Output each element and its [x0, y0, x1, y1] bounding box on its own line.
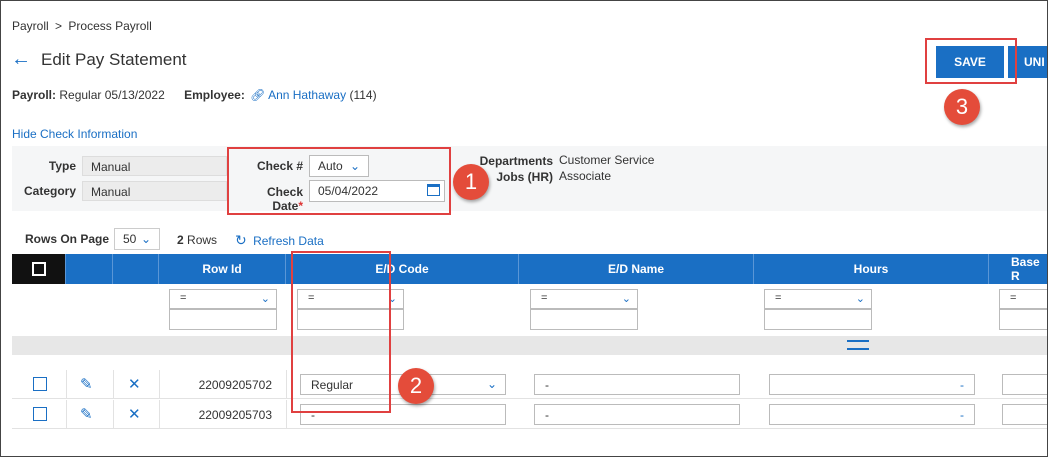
- hours-cell[interactable]: -: [769, 404, 975, 425]
- jobs-value: Associate: [559, 169, 612, 183]
- hours-cell[interactable]: -: [769, 374, 975, 395]
- row-id-cell: 22009205702: [198, 378, 272, 392]
- table-row: ✎ ✕ 22009205703 - - -: [12, 400, 1047, 429]
- employee-label: Employee:: [184, 88, 245, 102]
- type-field: Manual: [82, 156, 227, 176]
- chevron-down-icon: ⌄: [260, 293, 270, 305]
- rows-on-page-label: Rows On Page: [25, 232, 110, 246]
- close-icon[interactable]: ✕: [128, 405, 141, 423]
- row-count-label: Rows: [187, 233, 218, 247]
- type-label: Type: [48, 159, 76, 173]
- breadcrumb-current[interactable]: Process Payroll: [68, 19, 151, 33]
- filter-op: =: [541, 292, 548, 304]
- row-checkbox[interactable]: [33, 377, 47, 391]
- category-field: Manual: [82, 181, 227, 201]
- select-all-checkbox[interactable]: [31, 262, 46, 276]
- base-rate-filter-input[interactable]: [999, 309, 1047, 330]
- filter-op: =: [775, 292, 782, 304]
- collapse-handle-icon[interactable]: [847, 340, 869, 350]
- refresh-data-link[interactable]: ↻ Refresh Data: [235, 232, 324, 249]
- select-all-cell[interactable]: [12, 254, 66, 284]
- link-icon: 🔗︎: [250, 88, 266, 102]
- row-count-number: 2: [177, 233, 184, 247]
- back-arrow-icon[interactable]: ←: [11, 49, 31, 69]
- column-header-ed-name[interactable]: E/D Name: [519, 254, 754, 284]
- base-rate-filter-operator[interactable]: =: [999, 289, 1047, 309]
- statement-meta: Payroll: Regular 05/13/2022 Employee: 🔗︎…: [12, 88, 377, 102]
- rows-on-page-value: 50: [123, 232, 137, 246]
- annotation-box-ed-code: [291, 251, 391, 413]
- annotation-box-check-fields: [227, 147, 451, 215]
- row-id-cell: 22009205703: [198, 408, 272, 422]
- hide-check-information-link[interactable]: Hide Check Information: [12, 127, 137, 141]
- filter-op: =: [1010, 292, 1017, 304]
- hours-filter-input[interactable]: [764, 309, 872, 330]
- ed-name-filter-operator[interactable]: = ⌄: [530, 289, 638, 309]
- column-header-row-id[interactable]: Row Id: [159, 254, 286, 284]
- row-id-filter-operator[interactable]: = ⌄: [169, 289, 277, 309]
- chevron-down-icon: ⌄: [140, 232, 151, 246]
- chevron-down-icon: ⌄: [855, 293, 865, 305]
- grid-header: Row Id E/D Code E/D Name Hours Base R: [12, 254, 1047, 284]
- pencil-icon[interactable]: ✎: [80, 405, 93, 423]
- ed-name-cell[interactable]: -: [534, 404, 740, 425]
- filter-row: = ⌄ = ⌄ = ⌄ = ⌄ =: [12, 284, 1047, 336]
- breadcrumb: Payroll > Process Payroll: [12, 19, 152, 33]
- refresh-data-label: Refresh Data: [253, 234, 324, 248]
- employee-id: (114): [349, 88, 377, 102]
- employee-link[interactable]: Ann Hathaway: [268, 88, 346, 102]
- rows-on-page-select[interactable]: 50 ⌄: [114, 228, 160, 250]
- chevron-down-icon: ⌄: [486, 377, 497, 391]
- annotation-box-save: [925, 38, 1017, 84]
- base-rate-cell[interactable]: [1002, 374, 1047, 395]
- delete-column-header: [113, 254, 159, 284]
- payroll-label: Payroll:: [12, 88, 57, 102]
- hours-filter-operator[interactable]: = ⌄: [764, 289, 872, 309]
- app-frame: Payroll > Process Payroll ← Edit Pay Sta…: [0, 0, 1048, 457]
- column-header-hours[interactable]: Hours: [754, 254, 989, 284]
- table-row: ✎ ✕ 22009205702 Regular ⌄ - -: [12, 370, 1047, 399]
- departments-value: Customer Service: [559, 153, 655, 167]
- category-label: Category: [23, 184, 76, 198]
- refresh-icon: ↻: [235, 232, 247, 248]
- chevron-down-icon: ⌄: [621, 293, 631, 305]
- breadcrumb-separator: >: [55, 19, 63, 33]
- ed-name-cell[interactable]: -: [534, 374, 740, 395]
- callout-badge-2: 2: [398, 368, 434, 404]
- payroll-value: Regular 05/13/2022: [59, 88, 165, 102]
- grid-group-band: [12, 336, 1047, 355]
- page-title: Edit Pay Statement: [41, 50, 187, 69]
- pencil-icon[interactable]: ✎: [80, 375, 93, 393]
- filter-op: =: [180, 292, 187, 304]
- column-header-base-rate[interactable]: Base R: [989, 254, 1047, 284]
- edit-column-header: [66, 254, 113, 284]
- row-checkbox[interactable]: [33, 407, 47, 421]
- row-id-filter-input[interactable]: [169, 309, 277, 330]
- breadcrumb-root[interactable]: Payroll: [12, 19, 49, 33]
- ed-name-filter-input[interactable]: [530, 309, 638, 330]
- callout-badge-3: 3: [944, 89, 980, 125]
- base-rate-cell[interactable]: [1002, 404, 1047, 425]
- close-icon[interactable]: ✕: [128, 375, 141, 393]
- row-count: 2 Rows: [177, 233, 217, 247]
- callout-badge-1: 1: [453, 164, 489, 200]
